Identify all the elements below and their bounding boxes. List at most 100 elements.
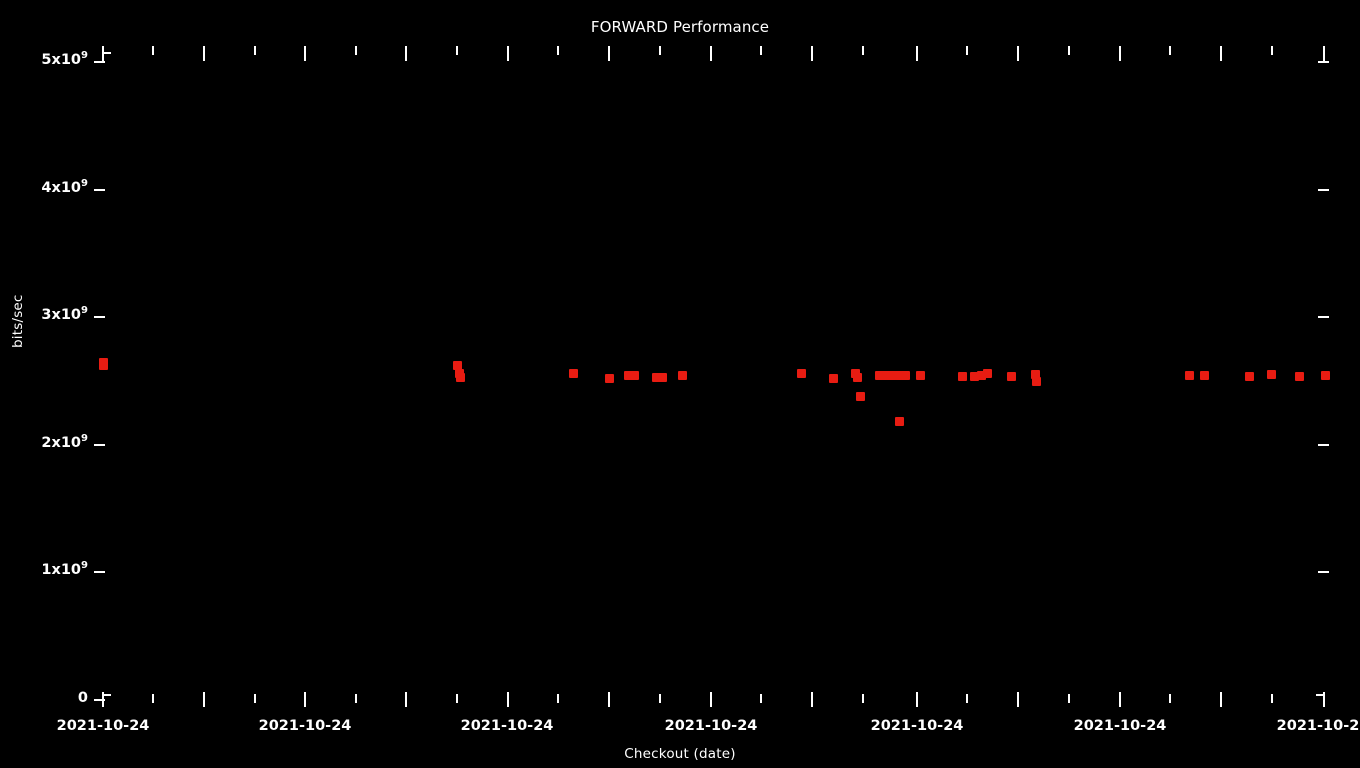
y-axis-title: bits/sec bbox=[10, 294, 26, 348]
x-axis-label: 2021-10-24 bbox=[258, 718, 352, 734]
x-axis-tick-minor-bottom bbox=[557, 694, 559, 703]
data-point bbox=[900, 371, 910, 381]
x-axis-tick-minor-top bbox=[1169, 46, 1171, 55]
y-axis-label-exponent: 9 bbox=[81, 50, 88, 62]
x-axis-tick-major-bottom bbox=[203, 692, 205, 707]
y-axis-tick-left bbox=[94, 571, 105, 574]
y-axis-label: 0 bbox=[77, 690, 88, 706]
x-axis-title: Checkout (date) bbox=[624, 746, 736, 762]
x-axis-tick-major-top bbox=[1220, 46, 1222, 61]
x-axis-tick-minor-top bbox=[355, 46, 357, 55]
y-axis-label-exponent: 9 bbox=[81, 560, 88, 572]
data-point bbox=[629, 371, 639, 381]
y-axis-tick-right bbox=[1318, 443, 1329, 446]
x-axis-tick-major-top bbox=[1017, 46, 1019, 61]
y-axis-tick-left bbox=[94, 443, 105, 446]
x-axis-tick-minor-bottom bbox=[1068, 694, 1070, 703]
data-point bbox=[657, 373, 667, 383]
data-point bbox=[455, 372, 465, 382]
x-axis-tick-minor-top bbox=[1068, 46, 1070, 55]
x-axis-tick-major-bottom bbox=[304, 692, 306, 707]
x-axis-tick-minor-top bbox=[659, 46, 661, 55]
data-point bbox=[1006, 372, 1016, 382]
x-axis-tick-major-top bbox=[304, 46, 306, 61]
data-point bbox=[1294, 372, 1304, 382]
data-point bbox=[1199, 371, 1209, 381]
x-axis-label: 2021-10-24 bbox=[870, 718, 964, 734]
x-axis-tick-major-top bbox=[507, 46, 509, 61]
x-axis-tick-major-bottom bbox=[1323, 692, 1325, 707]
data-point bbox=[1320, 371, 1330, 381]
data-point bbox=[98, 361, 108, 371]
y-axis-label: 4x109 bbox=[41, 177, 88, 196]
x-axis-tick-minor-bottom bbox=[1169, 694, 1171, 703]
x-axis-label: 2021-10-2 bbox=[1276, 718, 1360, 734]
y-axis-label: 1x109 bbox=[41, 560, 88, 579]
x-axis-tick-major-bottom bbox=[710, 692, 712, 707]
x-axis-tick-major-bottom bbox=[507, 692, 509, 707]
data-point bbox=[894, 417, 904, 427]
x-axis-label: 2021-10-24 bbox=[56, 718, 150, 734]
y-axis-label: 3x109 bbox=[41, 306, 88, 324]
y-axis-tick-left bbox=[94, 188, 105, 191]
x-axis-tick-major-bottom bbox=[405, 692, 407, 707]
x-axis-tick-minor-bottom bbox=[862, 694, 864, 703]
x-axis-tick-minor-bottom bbox=[659, 694, 661, 703]
x-axis-tick-major-top bbox=[710, 46, 712, 61]
data-point bbox=[677, 370, 687, 380]
y-axis-tick-left bbox=[94, 316, 105, 319]
x-axis-label: 2021-10-24 bbox=[460, 718, 554, 734]
y-axis-label-exponent: 9 bbox=[81, 432, 88, 444]
x-axis-tick-major-top bbox=[1119, 46, 1121, 61]
data-point bbox=[855, 392, 865, 402]
y-axis-label-mantissa: 1x10 bbox=[41, 562, 82, 579]
y-axis-label: 2x109 bbox=[41, 432, 88, 451]
x-axis-tick-minor-bottom bbox=[355, 694, 357, 703]
x-axis-tick-minor-bottom bbox=[456, 694, 458, 703]
y-axis-label-exponent: 9 bbox=[81, 177, 88, 189]
x-axis-tick-minor-bottom bbox=[966, 694, 968, 703]
data-point bbox=[852, 372, 862, 382]
x-axis-tick-major-top bbox=[1323, 46, 1325, 61]
x-axis-tick-major-top bbox=[203, 46, 205, 61]
data-point bbox=[604, 373, 614, 383]
data-point bbox=[1244, 372, 1254, 382]
x-axis-tick-minor-top bbox=[966, 46, 968, 55]
x-axis-tick-minor-top bbox=[152, 46, 154, 55]
x-axis-tick-major-top bbox=[405, 46, 407, 61]
data-point bbox=[915, 370, 925, 380]
x-axis-tick-major-bottom bbox=[916, 692, 918, 707]
y-axis-label-mantissa: 2x10 bbox=[41, 434, 82, 451]
x-axis-tick-major-bottom bbox=[1220, 692, 1222, 707]
x-axis-tick-major-top bbox=[102, 46, 104, 61]
data-point bbox=[1266, 370, 1276, 380]
x-axis-tick-major-top bbox=[608, 46, 610, 61]
y-axis-tick-right bbox=[1318, 571, 1329, 574]
chart-title: FORWARD Performance bbox=[590, 18, 770, 36]
data-point bbox=[1184, 370, 1194, 380]
data-point bbox=[568, 369, 578, 379]
data-point bbox=[796, 369, 806, 379]
x-axis-tick-minor-top bbox=[862, 46, 864, 55]
y-axis-label-mantissa: 5x10 bbox=[41, 52, 82, 68]
x-axis-tick-minor-top bbox=[456, 46, 458, 55]
x-axis-tick-minor-bottom bbox=[254, 694, 256, 703]
x-axis-label: 2021-10-24 bbox=[1073, 718, 1167, 734]
x-axis-tick-major-bottom bbox=[608, 692, 610, 707]
x-axis-tick-minor-bottom bbox=[152, 694, 154, 703]
x-axis-tick-major-top bbox=[916, 46, 918, 61]
y-axis-tick-right bbox=[1318, 188, 1329, 191]
x-axis-tick-minor-top bbox=[1271, 46, 1273, 55]
x-axis-tick-minor-top bbox=[254, 46, 256, 55]
x-axis-tick-minor-top bbox=[760, 46, 762, 55]
x-axis-tick-major-bottom bbox=[1119, 692, 1121, 707]
y-axis-label-mantissa: 4x10 bbox=[41, 179, 82, 196]
x-axis-label: 2021-10-24 bbox=[664, 718, 758, 734]
x-axis-tick-major-bottom bbox=[1017, 692, 1019, 707]
data-point bbox=[1031, 376, 1041, 386]
y-axis-tick-right bbox=[1318, 316, 1329, 319]
x-axis-tick-minor-top bbox=[557, 46, 559, 55]
x-axis-tick-major-bottom bbox=[102, 692, 104, 707]
y-axis-label-mantissa: 3x10 bbox=[41, 307, 82, 324]
chart-root: FORWARD Performance bits/sec Checkout (d… bbox=[0, 0, 1360, 768]
